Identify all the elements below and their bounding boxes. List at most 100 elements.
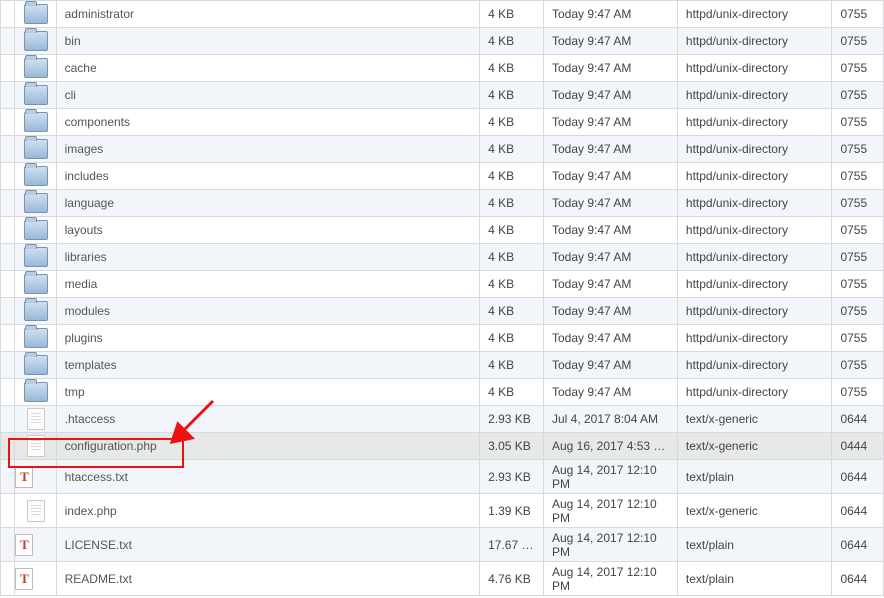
file-name-link[interactable]: index.php [65,504,117,518]
row-select-cell[interactable] [1,494,15,528]
file-name-link[interactable]: README.txt [65,572,132,586]
file-name-link[interactable]: images [65,142,104,156]
file-size: 4 KB [480,352,544,379]
file-date: Today 9:47 AM [543,82,677,109]
file-name-link[interactable]: cli [65,88,76,102]
file-date: Aug 14, 2017 12:10 PM [543,562,677,596]
file-type: httpd/unix-directory [677,325,832,352]
table-row[interactable]: components4 KBToday 9:47 AMhttpd/unix-di… [1,109,884,136]
table-row[interactable]: media4 KBToday 9:47 AMhttpd/unix-directo… [1,271,884,298]
row-select-cell[interactable] [1,1,15,28]
table-row[interactable]: TLICENSE.txt17.67 KBAug 14, 2017 12:10 P… [1,528,884,562]
table-row[interactable]: cli4 KBToday 9:47 AMhttpd/unix-directory… [1,82,884,109]
folder-icon [24,355,48,375]
row-select-cell[interactable] [1,109,15,136]
folder-icon [24,220,48,240]
file-permissions: 0444 [832,433,884,460]
row-select-cell[interactable] [1,163,15,190]
file-name-link[interactable]: cache [65,61,97,75]
file-size: 17.67 KB [480,528,544,562]
file-name-link[interactable]: LICENSE.txt [65,538,132,552]
row-select-cell[interactable] [1,244,15,271]
table-row[interactable]: Thtaccess.txt2.93 KBAug 14, 2017 12:10 P… [1,460,884,494]
row-icon-cell [15,55,56,82]
file-size: 1.39 KB [480,494,544,528]
row-select-cell[interactable] [1,298,15,325]
file-size: 4 KB [480,55,544,82]
table-row[interactable]: libraries4 KBToday 9:47 AMhttpd/unix-dir… [1,244,884,271]
table-row[interactable]: images4 KBToday 9:47 AMhttpd/unix-direct… [1,136,884,163]
file-name-link[interactable]: modules [65,304,110,318]
row-icon-cell [15,298,56,325]
table-row[interactable]: configuration.php3.05 KBAug 16, 2017 4:5… [1,433,884,460]
row-select-cell[interactable] [1,136,15,163]
row-select-cell[interactable] [1,190,15,217]
table-row[interactable]: administrator4 KBToday 9:47 AMhttpd/unix… [1,1,884,28]
file-name-link[interactable]: .htaccess [65,412,116,426]
row-select-cell[interactable] [1,271,15,298]
file-name-link[interactable]: plugins [65,331,103,345]
table-row[interactable]: TREADME.txt4.76 KBAug 14, 2017 12:10 PMt… [1,562,884,596]
row-select-cell[interactable] [1,28,15,55]
table-row[interactable]: layouts4 KBToday 9:47 AMhttpd/unix-direc… [1,217,884,244]
file-date: Today 9:47 AM [543,271,677,298]
row-icon-cell: T [15,528,56,562]
file-name-link[interactable]: components [65,115,130,129]
table-row[interactable]: bin4 KBToday 9:47 AMhttpd/unix-directory… [1,28,884,55]
file-name-link[interactable]: language [65,196,114,210]
row-select-cell[interactable] [1,460,15,494]
file-permissions: 0755 [832,379,884,406]
table-row[interactable]: includes4 KBToday 9:47 AMhttpd/unix-dire… [1,163,884,190]
file-name-link[interactable]: libraries [65,250,107,264]
row-select-cell[interactable] [1,217,15,244]
file-name-link[interactable]: administrator [65,7,134,21]
row-select-cell[interactable] [1,406,15,433]
file-type: text/x-generic [677,406,832,433]
row-icon-cell [15,109,56,136]
file-date: Today 9:47 AM [543,55,677,82]
file-name-link[interactable]: bin [65,34,81,48]
file-size: 2.93 KB [480,406,544,433]
row-select-cell[interactable] [1,528,15,562]
folder-icon [24,166,48,186]
row-select-cell[interactable] [1,325,15,352]
file-name-link[interactable]: includes [65,169,109,183]
file-date: Aug 14, 2017 12:10 PM [543,494,677,528]
file-permissions: 0755 [832,352,884,379]
folder-icon [24,31,48,51]
row-select-cell[interactable] [1,379,15,406]
file-name-link[interactable]: configuration.php [65,439,157,453]
file-permissions: 0755 [832,1,884,28]
file-type: httpd/unix-directory [677,82,832,109]
folder-icon [24,4,48,24]
file-date: Today 9:47 AM [543,28,677,55]
file-name-link[interactable]: htaccess.txt [65,470,128,484]
table-row[interactable]: cache4 KBToday 9:47 AMhttpd/unix-directo… [1,55,884,82]
row-select-cell[interactable] [1,562,15,596]
row-select-cell[interactable] [1,352,15,379]
file-permissions: 0755 [832,82,884,109]
row-select-cell[interactable] [1,55,15,82]
row-icon-cell [15,1,56,28]
file-name-link[interactable]: layouts [65,223,103,237]
file-permissions: 0644 [832,406,884,433]
file-name-link[interactable]: media [65,277,98,291]
file-date: Today 9:47 AM [543,352,677,379]
table-row[interactable]: language4 KBToday 9:47 AMhttpd/unix-dire… [1,190,884,217]
file-size: 4 KB [480,28,544,55]
row-select-cell[interactable] [1,433,15,460]
table-row[interactable]: .htaccess2.93 KBJul 4, 2017 8:04 AMtext/… [1,406,884,433]
table-row[interactable]: modules4 KBToday 9:47 AMhttpd/unix-direc… [1,298,884,325]
table-row[interactable]: index.php1.39 KBAug 14, 2017 12:10 PMtex… [1,494,884,528]
row-select-cell[interactable] [1,82,15,109]
folder-icon [24,112,48,132]
table-row[interactable]: templates4 KBToday 9:47 AMhttpd/unix-dir… [1,352,884,379]
file-name-link[interactable]: templates [65,358,117,372]
table-row[interactable]: tmp4 KBToday 9:47 AMhttpd/unix-directory… [1,379,884,406]
file-permissions: 0644 [832,528,884,562]
file-type: text/plain [677,460,832,494]
table-row[interactable]: plugins4 KBToday 9:47 AMhttpd/unix-direc… [1,325,884,352]
file-type: httpd/unix-directory [677,1,832,28]
file-name-link[interactable]: tmp [65,385,85,399]
file-size: 4 KB [480,163,544,190]
